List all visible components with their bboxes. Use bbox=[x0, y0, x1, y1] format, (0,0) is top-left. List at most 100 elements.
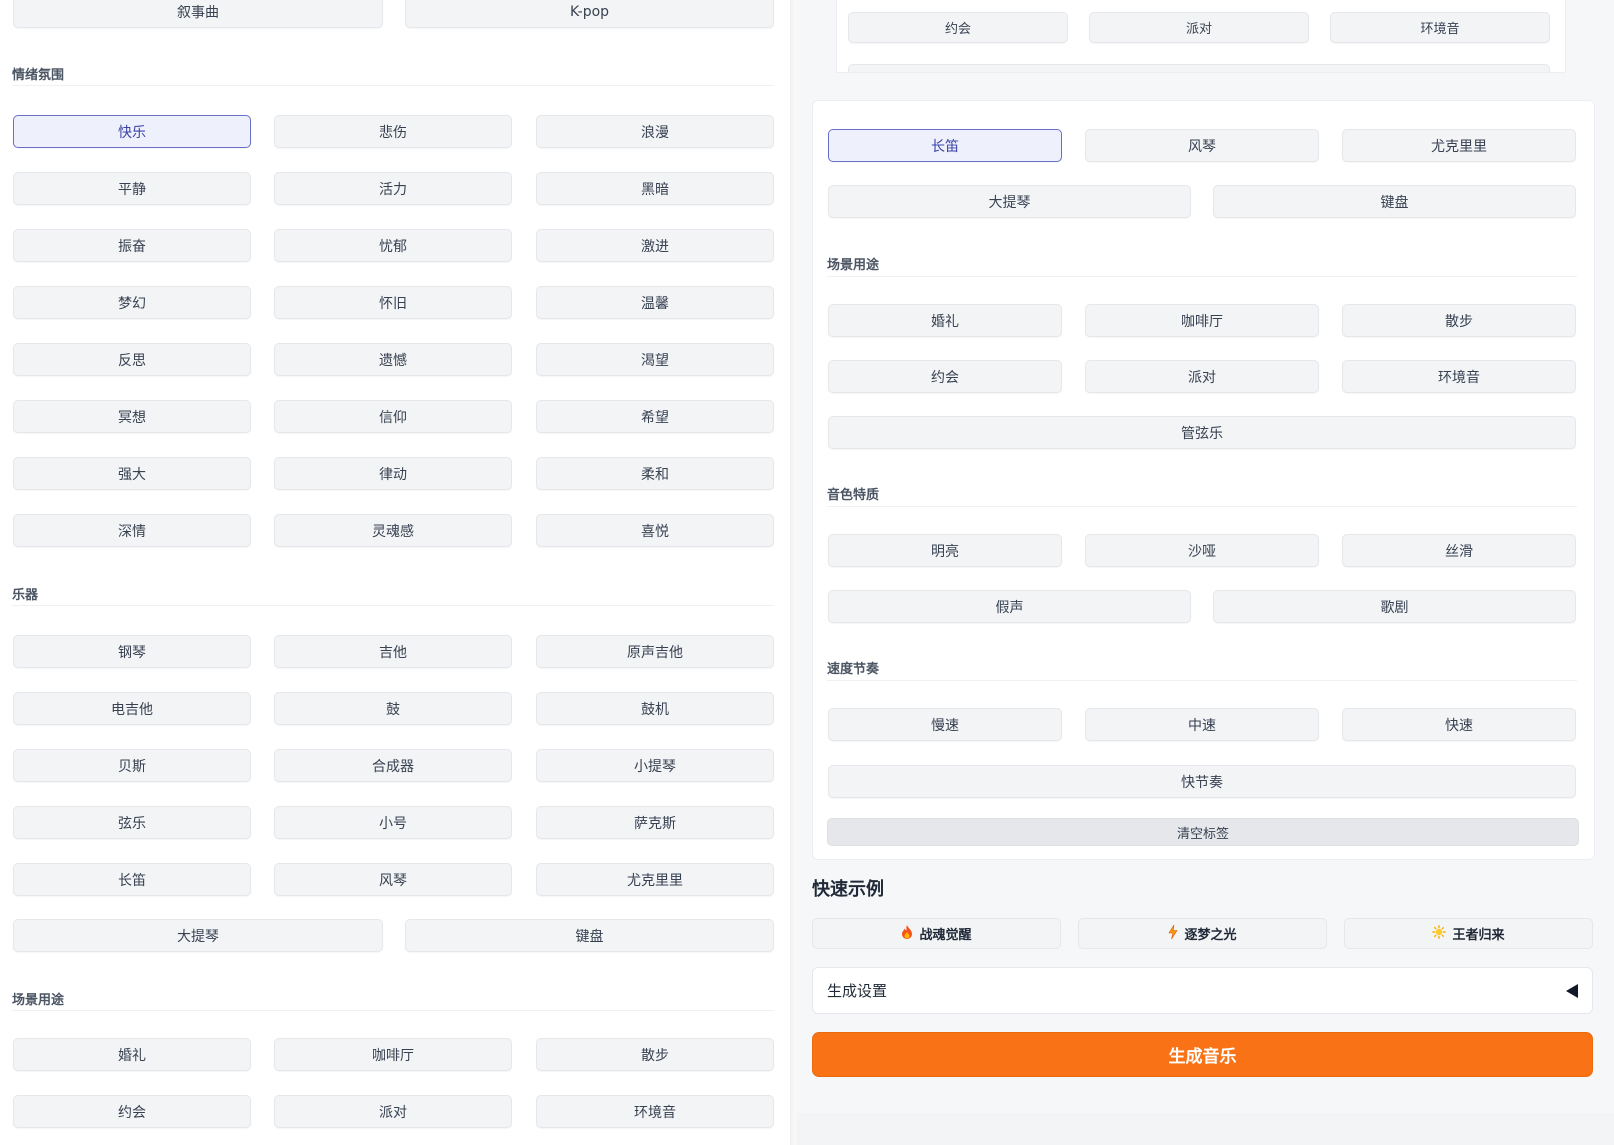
mood-tag-happy[interactable]: 快乐 bbox=[13, 115, 251, 148]
instruments-section-divider bbox=[12, 605, 774, 606]
right-panel-footer-area bbox=[796, 1113, 1614, 1145]
tempo-tag-medium[interactable]: 中速 bbox=[1085, 708, 1319, 741]
instrument-tag-violin[interactable]: 小提琴 bbox=[536, 749, 774, 782]
instrument-tag-synth[interactable]: 合成器 bbox=[274, 749, 512, 782]
mood-tag-hope[interactable]: 希望 bbox=[536, 400, 774, 433]
mood-tag-faith[interactable]: 信仰 bbox=[274, 400, 512, 433]
sun-icon bbox=[1432, 925, 1447, 942]
mood-section-label: 情绪氛围 bbox=[12, 68, 65, 83]
top-tag-date[interactable]: 约会 bbox=[848, 12, 1068, 43]
tempo-divider bbox=[827, 680, 1577, 681]
instruments-section-label: 乐器 bbox=[12, 588, 39, 603]
instrument-tag-bass[interactable]: 贝斯 bbox=[13, 749, 251, 782]
tempo-tag-upbeat[interactable]: 快节奏 bbox=[828, 765, 1576, 798]
generation-settings-label: 生成设置 bbox=[827, 982, 888, 1000]
timbre-tag-husky[interactable]: 沙哑 bbox=[1085, 534, 1319, 567]
instrument-tag-flute[interactable]: 长笛 bbox=[13, 863, 251, 896]
instrument-tag-drum-machine[interactable]: 鼓机 bbox=[536, 692, 774, 725]
top-tag-party[interactable]: 派对 bbox=[1089, 12, 1309, 43]
quick-example-button-2[interactable]: 逐梦之光 bbox=[1078, 918, 1327, 949]
mood-tag-nostalgic[interactable]: 怀旧 bbox=[274, 286, 512, 319]
mood-tag-warm[interactable]: 温馨 bbox=[536, 286, 774, 319]
mood-tag-energetic[interactable]: 活力 bbox=[274, 172, 512, 205]
timbre-tag-falsetto[interactable]: 假声 bbox=[828, 590, 1191, 623]
scene-tag-date[interactable]: 约会 bbox=[13, 1095, 251, 1128]
timbre-tag-silky[interactable]: 丝滑 bbox=[1342, 534, 1576, 567]
right-scene-tag-orchestral[interactable]: 管弦乐 bbox=[828, 416, 1576, 449]
right-instrument-tag-flute[interactable]: 长笛 bbox=[828, 129, 1062, 162]
instrument-tag-trumpet[interactable]: 小号 bbox=[274, 806, 512, 839]
mood-tag-affectionate[interactable]: 深情 bbox=[13, 514, 251, 547]
scene-section-divider bbox=[12, 1010, 774, 1011]
mood-tag-romantic[interactable]: 浪漫 bbox=[536, 115, 774, 148]
mood-tag-gentle[interactable]: 柔和 bbox=[536, 457, 774, 490]
right-scene-tag-ambient[interactable]: 环境音 bbox=[1342, 360, 1576, 393]
quick-example-label-2: 逐梦之光 bbox=[1184, 928, 1237, 943]
right-scene-section-label: 场景用途 bbox=[827, 258, 880, 273]
collapse-arrow-icon bbox=[1566, 983, 1578, 998]
mood-tag-longing[interactable]: 渴望 bbox=[536, 343, 774, 376]
mood-tag-meditative[interactable]: 冥想 bbox=[13, 400, 251, 433]
instrument-tag-organ[interactable]: 风琴 bbox=[274, 863, 512, 896]
mood-tag-aggressive[interactable]: 激进 bbox=[536, 229, 774, 262]
instrument-tag-saxophone[interactable]: 萨克斯 bbox=[536, 806, 774, 839]
timbre-tag-bright[interactable]: 明亮 bbox=[828, 534, 1062, 567]
mood-tag-melancholy[interactable]: 忧郁 bbox=[274, 229, 512, 262]
mood-tag-soulful[interactable]: 灵魂感 bbox=[274, 514, 512, 547]
scene-section-label: 场景用途 bbox=[12, 993, 65, 1008]
right-instrument-tag-ukulele[interactable]: 尤克里里 bbox=[1342, 129, 1576, 162]
mood-tag-calm[interactable]: 平静 bbox=[13, 172, 251, 205]
mood-tag-sad[interactable]: 悲伤 bbox=[274, 115, 512, 148]
scene-tag-walk[interactable]: 散步 bbox=[536, 1038, 774, 1071]
top-tag-ambient[interactable]: 环境音 bbox=[1330, 12, 1550, 43]
tag-button-ballad[interactable]: 叙事曲 bbox=[13, 0, 383, 28]
right-scene-tag-wedding[interactable]: 婚礼 bbox=[828, 304, 1062, 337]
tempo-tag-fast[interactable]: 快速 bbox=[1342, 708, 1576, 741]
right-instrument-tag-organ[interactable]: 风琴 bbox=[1085, 129, 1319, 162]
right-scene-tag-cafe[interactable]: 咖啡厅 bbox=[1085, 304, 1319, 337]
quick-example-label-3: 王者归来 bbox=[1452, 928, 1505, 943]
tag-button-kpop[interactable]: K-pop bbox=[405, 0, 774, 28]
scene-tag-party[interactable]: 派对 bbox=[274, 1095, 512, 1128]
instrument-tag-piano[interactable]: 钢琴 bbox=[13, 635, 251, 668]
quick-example-button-3[interactable]: 王者归来 bbox=[1344, 918, 1593, 949]
generate-music-button[interactable]: 生成音乐 bbox=[812, 1032, 1593, 1077]
quick-examples-title: 快速示例 bbox=[812, 879, 884, 900]
instrument-tag-drums[interactable]: 鼓 bbox=[274, 692, 512, 725]
mood-tag-groove[interactable]: 律动 bbox=[274, 457, 512, 490]
quick-example-label-1: 战魂觉醒 bbox=[919, 928, 972, 943]
instrument-tag-ukulele[interactable]: 尤克里里 bbox=[536, 863, 774, 896]
generation-settings-accordion[interactable]: 生成设置 bbox=[812, 967, 1593, 1014]
scene-tag-ambient[interactable]: 环境音 bbox=[536, 1095, 774, 1128]
lightning-icon bbox=[1168, 924, 1179, 942]
left-tag-panel: 叙事曲 K-pop 情绪氛围 快乐 悲伤 浪漫 平静 活力 黑暗 振奋 忧郁 激… bbox=[0, 0, 792, 1145]
mood-tag-powerful[interactable]: 强大 bbox=[13, 457, 251, 490]
instrument-tag-guitar[interactable]: 吉他 bbox=[274, 635, 512, 668]
top-tag-partial bbox=[848, 64, 1550, 72]
mood-tag-dark[interactable]: 黑暗 bbox=[536, 172, 774, 205]
timbre-divider bbox=[827, 506, 1577, 507]
instrument-tag-acoustic-guitar[interactable]: 原声吉他 bbox=[536, 635, 774, 668]
mood-tag-uplifting[interactable]: 振奋 bbox=[13, 229, 251, 262]
mood-tag-regret[interactable]: 遗憾 bbox=[274, 343, 512, 376]
mood-tag-reflective[interactable]: 反思 bbox=[13, 343, 251, 376]
right-scene-tag-date[interactable]: 约会 bbox=[828, 360, 1062, 393]
mood-tag-joyful[interactable]: 喜悦 bbox=[536, 514, 774, 547]
right-scene-tag-walk[interactable]: 散步 bbox=[1342, 304, 1576, 337]
right-instrument-tag-keyboard[interactable]: 键盘 bbox=[1213, 185, 1576, 218]
clear-tags-button[interactable]: 清空标签 bbox=[827, 818, 1579, 846]
instrument-tag-electric-guitar[interactable]: 电吉他 bbox=[13, 692, 251, 725]
instrument-tag-cello[interactable]: 大提琴 bbox=[13, 919, 383, 952]
right-scene-tag-party[interactable]: 派对 bbox=[1085, 360, 1319, 393]
right-instrument-tag-cello[interactable]: 大提琴 bbox=[828, 185, 1191, 218]
tempo-tag-slow[interactable]: 慢速 bbox=[828, 708, 1062, 741]
scene-tag-wedding[interactable]: 婚礼 bbox=[13, 1038, 251, 1071]
quick-example-button-1[interactable]: 战魂觉醒 bbox=[812, 918, 1061, 949]
tempo-section-label: 速度节奏 bbox=[827, 662, 880, 677]
instrument-tag-keyboard[interactable]: 键盘 bbox=[405, 919, 774, 952]
instrument-tag-strings[interactable]: 弦乐 bbox=[13, 806, 251, 839]
scene-tag-cafe[interactable]: 咖啡厅 bbox=[274, 1038, 512, 1071]
timbre-tag-opera[interactable]: 歌剧 bbox=[1213, 590, 1576, 623]
mood-tag-dreamy[interactable]: 梦幻 bbox=[13, 286, 251, 319]
right-scene-divider bbox=[827, 276, 1577, 277]
